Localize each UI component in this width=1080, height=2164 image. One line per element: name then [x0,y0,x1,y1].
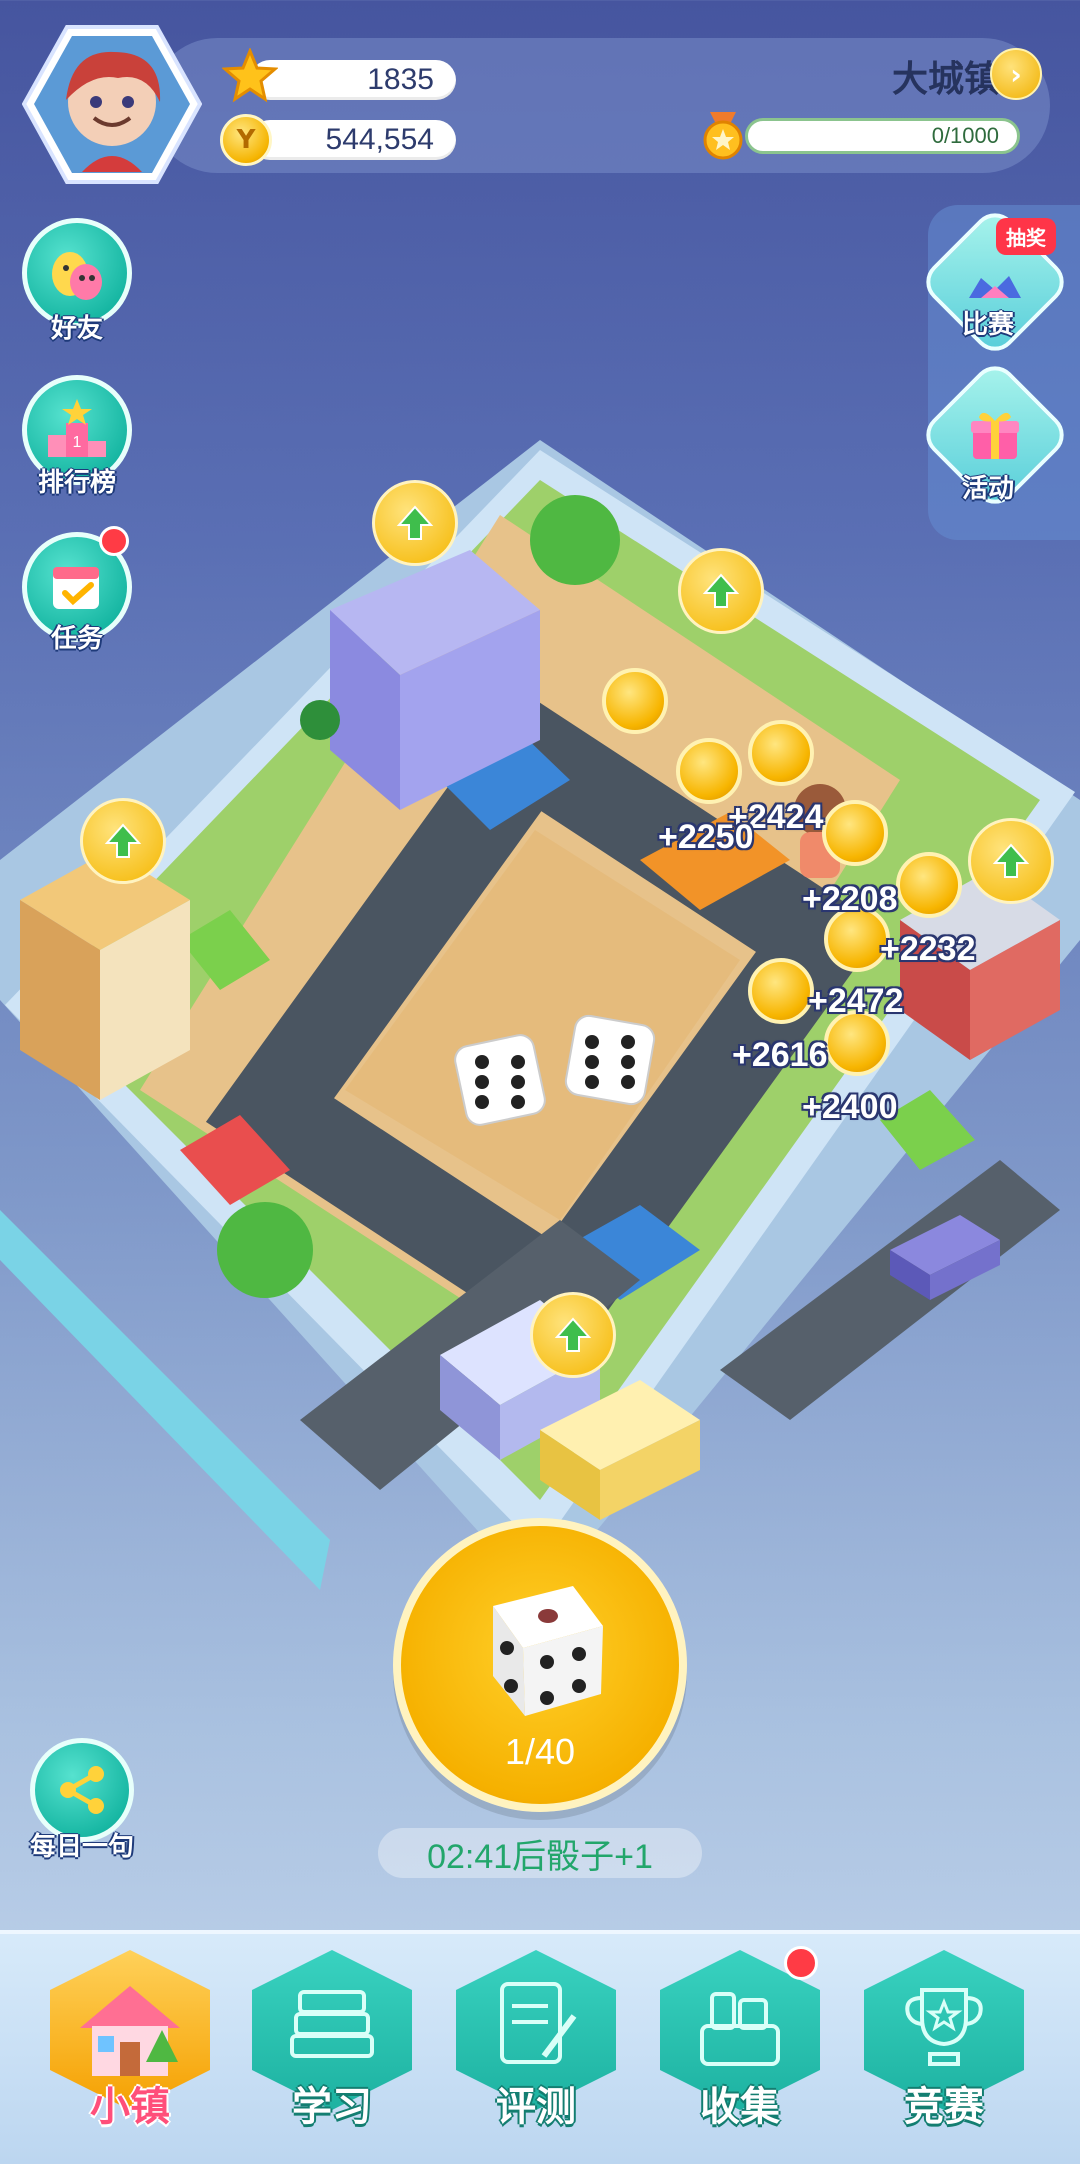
share-icon [60,1766,104,1814]
dice-count: 1/40 [504,1731,576,1772]
dice-refill-timer: 02:41后骰子+1 [378,1828,702,1878]
tree [530,495,620,585]
upgrade-arrow-icon[interactable] [530,1292,616,1378]
coin-icon: Y [220,114,272,166]
reward-amount: +2250 [658,818,754,856]
nav-assessment[interactable]: 评测 [450,1950,622,2140]
nav-assessment-label: 评测 [496,2084,576,2130]
books-icon [290,1990,374,2058]
upgrade-arrow-icon[interactable] [80,798,166,884]
player-avatar[interactable] [21,22,203,187]
test-paper-icon [500,1982,577,2064]
xp-progress-bar: 0/1000 [745,118,1020,154]
reward-amount: +2472 [808,982,904,1020]
xp-progress-text: 0/1000 [931,123,999,148]
dice-icon [493,1586,603,1716]
upgrade-arrow-icon[interactable] [968,818,1054,904]
reward-amount: +2232 [880,930,976,968]
nav-competition-label: 竞赛 [904,2084,984,2130]
collection-box-icon [700,1992,780,2066]
medal-icon [700,110,746,160]
nav-study[interactable]: 学习 [246,1950,418,2140]
star-icon [221,47,279,104]
reward-amount: +2616 [732,1036,828,1074]
nav-town-label: 小镇 [90,2084,170,2130]
chicks-icon [52,252,102,300]
coin-icon [896,852,962,918]
daily-sentence-label: 每日一句 [29,1832,134,1862]
reward-amount: +2208 [802,880,898,918]
nav-study-label: 学习 [292,2084,372,2130]
chevron-right-icon[interactable]: › [990,48,1042,100]
upgrade-arrow-icon[interactable] [678,548,764,634]
roll-dice-button[interactable]: 1/40 [393,1518,687,1812]
coin-icon [748,720,814,786]
coin-icon [676,738,742,804]
trophy-icon [905,1988,983,2066]
house-icon [80,1986,180,2076]
coins-value: 544,554 [325,123,434,156]
nav-competition[interactable]: 竞赛 [858,1950,1030,2140]
tree [300,700,340,740]
town-name[interactable]: 大城镇 [892,50,1000,102]
coin-icon [822,800,888,866]
upgrade-arrow-icon[interactable] [372,480,458,566]
coin-icon [602,668,668,734]
tree [217,1202,313,1298]
coins-counter: 544,554 [250,120,456,160]
friends-label: 好友 [50,314,103,344]
lottery-badge: 抽奖 [996,218,1056,255]
apartment-building[interactable] [20,850,190,1100]
collection-notification-dot [784,1946,818,1980]
nav-town[interactable]: 小镇 [44,1950,216,2140]
stars-value: 1835 [367,63,434,96]
game-board[interactable] [0,420,1080,1620]
reward-amount: +2400 [802,1088,898,1126]
stars-counter: 1835 [250,60,456,100]
contest-arena-icon [969,276,1021,298]
contest-label: 比赛 [961,310,1014,340]
coin-icon [748,958,814,1024]
nav-collection-label: 收集 [700,2084,780,2130]
